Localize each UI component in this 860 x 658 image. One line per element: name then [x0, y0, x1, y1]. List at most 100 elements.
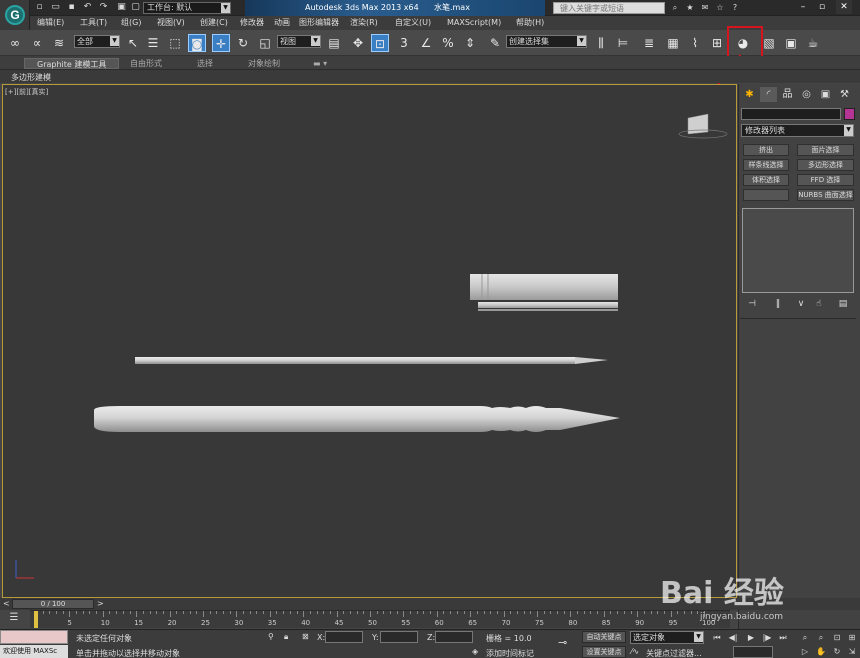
angle-snap-icon[interactable]: ∠ — [417, 34, 435, 52]
zoom-extents-all-icon[interactable]: ⊞ — [845, 632, 859, 644]
snaps-toggle-icon[interactable]: 3 — [395, 34, 413, 52]
menu-edit[interactable]: 编辑(E) — [37, 16, 64, 30]
close-icon[interactable]: ✕ — [836, 0, 852, 14]
object-name-input[interactable] — [741, 108, 841, 120]
utilities-tab-icon[interactable]: ⚒ — [836, 87, 853, 102]
timeline-next-icon[interactable]: > — [97, 599, 104, 608]
select-rotate-icon[interactable]: ↻ — [234, 34, 252, 52]
go-to-start-icon[interactable]: ⏮︎ — [710, 632, 724, 644]
polygon-modeling-label[interactable]: 多边形建模 — [11, 72, 51, 83]
mirror-icon[interactable]: ⫼ — [592, 34, 610, 52]
make-unique-icon[interactable]: ∨ — [794, 298, 808, 310]
z-coordinate-field[interactable] — [435, 631, 473, 643]
pivot-center-icon[interactable]: ▤ — [325, 34, 343, 52]
motion-tab-icon[interactable]: ◎ — [798, 87, 815, 102]
keyboard-shortcut-icon[interactable]: ⊡ — [371, 34, 389, 52]
menu-rendering[interactable]: 渲染(R) — [350, 16, 378, 30]
lock-icon[interactable]: 🔒︎ — [284, 632, 288, 642]
menu-maxscript[interactable]: MAXScript(M) — [447, 16, 501, 30]
key-mode-dropdown[interactable]: 选定对象 ▼ — [630, 631, 704, 644]
go-to-end-icon[interactable]: ⏭︎ — [776, 632, 790, 644]
welcome-text[interactable]: 欢迎使用 MAXSc — [0, 645, 68, 658]
display-tab-icon[interactable]: ▣ — [817, 87, 834, 102]
select-object-icon[interactable]: ↖ — [124, 34, 142, 52]
show-end-result-icon[interactable]: ‖ — [771, 298, 785, 310]
select-manipulate-icon[interactable]: ✥ — [349, 34, 367, 52]
remove-modifier-icon[interactable]: ☝ — [812, 298, 826, 310]
set-key-button[interactable]: 设置关键点 — [582, 646, 626, 658]
auto-key-button[interactable]: 自动关键点 — [582, 631, 626, 643]
poly-select-button[interactable]: 多边形选择 — [797, 159, 854, 171]
key-filters-button[interactable]: 关键点过滤器... — [646, 648, 702, 658]
rendered-frame-window-icon[interactable]: ▣ — [782, 34, 800, 52]
save-icon[interactable]: ▪ — [66, 2, 77, 13]
hold-icon[interactable]: ▣ — [116, 2, 127, 13]
create-tab-icon[interactable]: ✱ — [741, 87, 758, 102]
reference-coordinate-dropdown[interactable]: 视图 ▼ — [277, 35, 321, 48]
menu-tools[interactable]: 工具(T) — [80, 16, 107, 30]
current-frame-field[interactable] — [733, 646, 773, 658]
tab-freeform[interactable]: 自由形式 — [130, 58, 162, 69]
current-frame-marker[interactable] — [34, 611, 38, 628]
spline-select-button[interactable]: 样条线选择 — [743, 159, 789, 171]
minimize-icon[interactable]: – — [795, 0, 811, 14]
workspace-dropdown[interactable]: 工作台: 默认 ▼ — [143, 2, 231, 14]
play-icon[interactable]: ▶ — [744, 632, 758, 644]
field-of-view-icon[interactable]: ▷ — [798, 646, 812, 658]
menu-views[interactable]: 视图(V) — [157, 16, 185, 30]
x-coordinate-field[interactable] — [325, 631, 363, 643]
previous-frame-icon[interactable]: ◀| — [726, 632, 740, 644]
star-icon[interactable]: ☆ — [714, 2, 726, 14]
named-selection-dropdown[interactable]: 创建选择集 ▼ — [506, 35, 587, 48]
ribbon-options-icon[interactable]: ▬ ▾ — [313, 58, 327, 69]
vol-select-button[interactable]: 体积选择 — [743, 174, 789, 186]
key-filter-icon[interactable]: ⁄∿ — [631, 647, 639, 656]
selection-filter-dropdown[interactable]: 全部 ▼ — [74, 35, 120, 48]
add-time-tag-icon[interactable]: ◈ — [472, 647, 478, 656]
trackbar-menu-icon[interactable]: ☰ — [6, 612, 22, 626]
menu-modifiers[interactable]: 修改器 — [240, 16, 264, 30]
spinner-snap-icon[interactable]: ⇕ — [461, 34, 479, 52]
search-input[interactable]: 键入关键字或短语 — [553, 2, 665, 14]
timeline-prev-icon[interactable]: < — [3, 599, 10, 608]
menu-animation[interactable]: 动画 — [274, 16, 290, 30]
align-icon[interactable]: ⊨ — [614, 34, 632, 52]
unlink-icon[interactable]: ∝ — [28, 34, 46, 52]
modifier-stack[interactable] — [742, 208, 854, 293]
maximize-icon[interactable]: ▫ — [814, 0, 830, 14]
pin-stack-icon[interactable]: ⊣ — [745, 298, 759, 310]
add-time-tag[interactable]: 添加时间标记 — [486, 648, 534, 658]
bind-spacewarp-icon[interactable]: ≋ — [50, 34, 68, 52]
hierarchy-tab-icon[interactable]: 品 — [779, 87, 796, 102]
edit-named-selection-icon[interactable]: ✎ — [486, 34, 504, 52]
menu-help[interactable]: 帮助(H) — [516, 16, 544, 30]
app-logo[interactable]: G — [0, 0, 30, 30]
subscription-icon[interactable]: ★ — [684, 2, 696, 14]
zoom-extents-icon[interactable]: ⊡ — [830, 632, 844, 644]
viewport-label[interactable]: [+][前][真实] — [5, 87, 48, 97]
key-icon[interactable]: ⊸ — [558, 636, 567, 649]
binoculars-icon[interactable]: ⌕ — [669, 2, 681, 14]
communication-icon[interactable]: ✉ — [699, 2, 711, 14]
menu-graph-editors[interactable]: 图形编辑器 — [299, 16, 339, 30]
nurbs-surface-select-button[interactable]: NURBS 曲面选择 — [797, 189, 854, 201]
rectangular-selection-icon[interactable]: ⬚ — [166, 34, 184, 52]
render-production-icon[interactable]: ☕ — [804, 34, 822, 52]
maxscript-listener[interactable] — [0, 630, 68, 644]
select-by-name-icon[interactable]: ☰ — [144, 34, 162, 52]
y-coordinate-field[interactable] — [380, 631, 418, 643]
object-color-swatch[interactable] — [844, 108, 855, 120]
maximize-viewport-icon[interactable]: ⇲ — [845, 646, 859, 658]
open-file-icon[interactable]: ▭ — [50, 2, 61, 13]
tab-object-paint[interactable]: 对象绘制 — [248, 58, 280, 69]
tab-graphite-modeling[interactable]: Graphite 建模工具 — [24, 58, 120, 69]
extrude-button[interactable]: 挤出 — [743, 144, 789, 156]
zoom-all-icon[interactable]: ⌕ — [814, 632, 828, 644]
tab-selection[interactable]: 选择 — [197, 58, 213, 69]
time-slider[interactable]: 0 / 100 — [12, 599, 94, 609]
undo-icon[interactable]: ↶ — [82, 2, 93, 13]
orbit-icon[interactable]: ↻ — [830, 646, 844, 658]
menu-group[interactable]: 组(G) — [121, 16, 141, 30]
absolute-mode-icon[interactable]: ⊠ — [302, 632, 309, 641]
link-icon[interactable]: ∞ — [6, 34, 24, 52]
